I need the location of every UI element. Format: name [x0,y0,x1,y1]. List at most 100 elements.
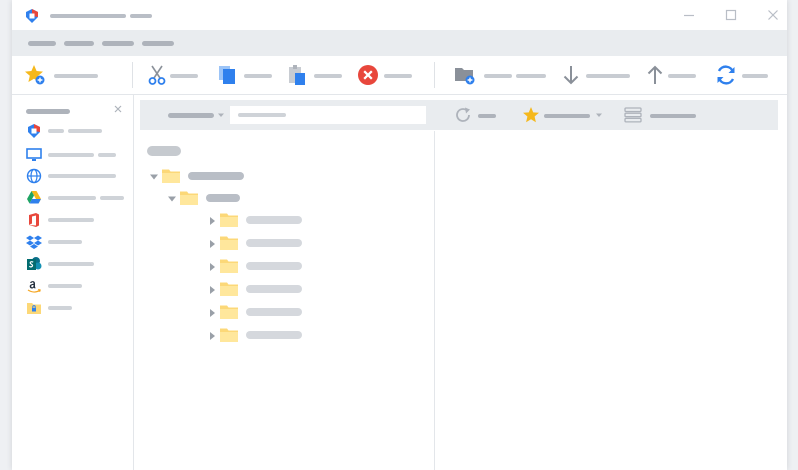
cut-icon [148,65,166,85]
sidebar-item-label [48,196,96,200]
menu-item[interactable] [64,41,94,46]
title-bar [12,0,787,30]
chevron-down-icon[interactable] [168,195,176,203]
paste-label [314,74,342,78]
sidebar [12,95,134,470]
sidebar-item-label [48,153,94,157]
tree-node[interactable] [150,168,270,186]
refresh-icon[interactable] [454,106,472,124]
tree-node-label [188,172,244,180]
tree-node-label [206,194,240,202]
tree-node-label [246,216,302,224]
tree-root[interactable] [147,146,181,156]
folder-tree-pane [134,131,435,470]
tree-node[interactable] [208,304,328,322]
cut-label [170,74,198,78]
sidebar-item-label [48,284,82,288]
new-folder-label-extra [516,74,546,78]
folder-icon [180,191,198,205]
sidebar-item-label-extra [100,196,124,200]
sidebar-item[interactable] [26,212,131,228]
folder-icon [220,236,238,250]
chevron-right-icon[interactable] [208,332,216,340]
tree-node-label [246,239,302,247]
menu-item[interactable] [28,41,56,46]
new-folder-icon [455,68,475,85]
delete-icon [358,65,378,85]
sidebar-item-label [48,262,94,266]
sharepoint-icon [27,257,42,270]
toolbar [12,56,787,95]
download-label [586,74,630,78]
favorites-label[interactable] [544,114,590,118]
google-drive-icon [27,191,41,204]
app-window [12,0,787,470]
tree-node[interactable] [208,212,328,230]
tree-node[interactable] [168,190,268,208]
close-icon[interactable] [113,104,123,114]
dropbox-icon [26,235,42,249]
computer-icon [26,148,42,161]
globe-icon [26,168,42,184]
tree-node[interactable] [208,258,328,276]
sidebar-item-label-extra [68,129,102,133]
tree-node[interactable] [208,327,328,345]
delete-label [384,74,412,78]
path-input[interactable] [230,106,426,124]
folder-icon [162,169,180,183]
sidebar-item-label [48,218,94,222]
upload-icon [647,65,663,84]
minimize-icon[interactable] [683,9,695,21]
new-folder-label [484,74,512,78]
sidebar-item[interactable] [26,234,131,250]
path-bar [140,100,778,130]
menu-item[interactable] [102,41,134,46]
app-icon [28,124,40,138]
path-input-text [238,113,286,117]
tree-node-label [246,285,302,293]
toolbar-separator [132,62,133,88]
chevron-down-icon[interactable] [150,173,158,181]
sidebar-item-label [48,240,82,244]
sidebar-item[interactable] [26,123,131,139]
maximize-icon[interactable] [725,9,737,21]
download-icon [563,66,579,85]
office-icon [29,213,39,227]
folder-icon [220,328,238,342]
tree-node-label [246,308,302,316]
sidebar-item[interactable] [26,300,131,316]
favorites-star-icon[interactable] [522,106,540,124]
tree-node[interactable] [208,281,328,299]
refresh-label [478,114,496,118]
chevron-right-icon[interactable] [208,217,216,225]
sidebar-item[interactable] [26,168,131,184]
chevron-down-icon[interactable] [596,112,602,118]
chevron-right-icon[interactable] [208,286,216,294]
chevron-right-icon[interactable] [208,240,216,248]
menu-item[interactable] [142,41,174,46]
sidebar-item[interactable] [26,190,131,206]
sidebar-item-label [48,306,72,310]
upload-label [668,74,696,78]
app-logo-icon [26,9,38,23]
sidebar-item[interactable] [26,147,131,163]
server-list-icon[interactable] [624,106,642,124]
folder-icon [220,305,238,319]
window-title-suffix [130,14,152,18]
sidebar-item[interactable] [26,278,131,294]
toolbar-separator [434,62,435,88]
file-list-pane[interactable] [435,131,787,470]
chevron-right-icon[interactable] [208,309,216,317]
favorite-add-icon [25,65,45,85]
chevron-right-icon[interactable] [208,263,216,271]
tree-node[interactable] [208,235,328,253]
sidebar-item[interactable] [26,256,131,272]
chevron-down-icon[interactable] [218,112,224,118]
amazon-icon [27,281,41,293]
sidebar-item-label-extra [98,153,116,157]
sync-label [742,74,768,78]
location-dropdown[interactable] [168,113,214,118]
folder-icon [220,282,238,296]
view-label[interactable] [650,114,696,118]
close-icon[interactable] [767,9,779,21]
